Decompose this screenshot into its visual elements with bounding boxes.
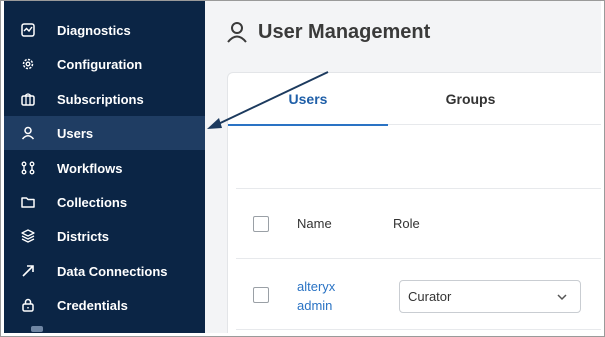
column-header-role: Role (393, 216, 420, 231)
role-select[interactable]: Curator (399, 280, 581, 313)
sidebar-item-label: Diagnostics (57, 22, 131, 38)
folder-icon (21, 194, 51, 210)
sidebar-item-label: Collections (57, 194, 128, 210)
sidebar-item-workflows[interactable]: Workflows (4, 151, 205, 185)
role-select-value: Curator (408, 289, 452, 304)
workflow-icon (21, 160, 51, 176)
data-connection-icon (21, 263, 51, 279)
sidebar-item-label: Districts (57, 228, 110, 244)
sidebar-item-partial (31, 326, 43, 332)
page-header: User Management (225, 20, 430, 44)
main-content: User Management Users Groups Name Role a… (205, 0, 601, 333)
app-frame: Diagnostics Configuration Subscriptions … (0, 0, 605, 337)
sidebar-item-credentials[interactable]: Credentials (4, 288, 205, 322)
layers-icon (21, 228, 51, 244)
sidebar-item-users[interactable]: Users (4, 116, 205, 150)
user-management-card: Users Groups Name Role alteryx admin Cur… (227, 72, 601, 333)
sidebar-item-label: Configuration (57, 56, 143, 72)
column-header-name: Name (297, 216, 332, 231)
sidebar-item-configuration[interactable]: Configuration (4, 47, 205, 81)
sidebar-item-label: Users (57, 125, 94, 141)
user-icon (227, 22, 247, 43)
tab-groups[interactable]: Groups (388, 73, 553, 125)
gear-icon (21, 56, 51, 72)
diagnostics-icon (21, 22, 51, 38)
table-header-row: Name Role (236, 189, 601, 259)
page-title: User Management (258, 20, 431, 43)
sidebar-item-label: Data Connections (57, 263, 168, 279)
sidebar-item-diagnostics[interactable]: Diagnostics (4, 13, 205, 47)
sidebar: Diagnostics Configuration Subscriptions … (4, 0, 205, 333)
sidebar-item-collections[interactable]: Collections (4, 185, 205, 219)
tab-bar: Users Groups (228, 73, 601, 126)
sidebar-item-districts[interactable]: Districts (4, 219, 205, 253)
row-checkbox[interactable] (253, 287, 269, 303)
tab-users[interactable]: Users (228, 73, 388, 126)
user-name-link[interactable]: alteryx admin (297, 277, 357, 315)
select-all-checkbox[interactable] (253, 216, 269, 232)
subscriptions-icon (21, 91, 51, 107)
table-row: alteryx admin Curator (236, 260, 601, 330)
lock-icon (21, 297, 51, 313)
sidebar-item-label: Workflows (57, 160, 123, 176)
sidebar-item-label: Credentials (57, 297, 128, 313)
sidebar-item-data-connections[interactable]: Data Connections (4, 254, 205, 288)
user-icon (21, 125, 51, 141)
sidebar-item-label: Subscriptions (57, 91, 144, 107)
chevron-down-icon (557, 293, 567, 300)
sidebar-item-subscriptions[interactable]: Subscriptions (4, 82, 205, 116)
